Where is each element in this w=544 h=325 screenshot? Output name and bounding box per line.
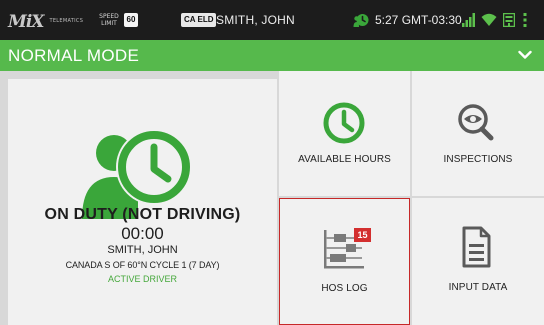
- duty-time: 00:00: [121, 224, 164, 243]
- wifi-icon: [481, 13, 497, 26]
- input-data-tile[interactable]: INPUT DATA: [412, 198, 544, 325]
- available-hours-tile[interactable]: AVAILABLE HOURS: [279, 71, 410, 196]
- main-dashboard: ON DUTY (NOT DRIVING) 00:00 SMITH, JOHN …: [0, 71, 544, 325]
- clock-badge-icon: [353, 14, 369, 27]
- duty-status-panel[interactable]: ON DUTY (NOT DRIVING) 00:00 SMITH, JOHN …: [8, 79, 277, 325]
- inspections-tile[interactable]: INSPECTIONS: [412, 71, 544, 196]
- cycle-rule: CANADA S OF 60°N CYCLE 1 (7 DAY): [65, 260, 220, 270]
- speed-limit-label: SPEED LIMIT: [99, 13, 119, 27]
- inspections-label: INSPECTIONS: [443, 154, 513, 165]
- hos-log-label: HOS LOG: [321, 283, 368, 294]
- driver-role: ACTIVE DRIVER: [107, 274, 177, 284]
- brand-logo: MiX TELEMATICS: [8, 12, 83, 32]
- overflow-menu-icon[interactable]: [523, 13, 527, 27]
- hos-log-badge: 15: [354, 228, 371, 242]
- hos-log-tile[interactable]: 15 HOS LOG: [279, 198, 410, 325]
- duty-status: ON DUTY (NOT DRIVING): [44, 206, 241, 223]
- document-icon: [462, 226, 491, 268]
- eld-badge: CA ELD: [181, 13, 217, 27]
- mode-bar[interactable]: NORMAL MODE: [0, 40, 544, 71]
- input-data-label: INPUT DATA: [448, 282, 508, 293]
- brand-subtitle: TELEMATICS: [49, 18, 84, 24]
- magnifier-eye-icon: [458, 104, 494, 141]
- brand-logo-text: MiX: [8, 12, 44, 32]
- speed-limit-value: 60: [124, 13, 138, 27]
- clock-icon: [323, 102, 365, 144]
- mode-title: NORMAL MODE: [8, 46, 140, 65]
- sim-icon: [503, 13, 515, 27]
- panel-driver-name: SMITH, JOHN: [107, 244, 178, 256]
- header-driver-name: SMITH, JOHN: [216, 13, 295, 27]
- chevron-down-icon[interactable]: [518, 49, 532, 61]
- status-bar: MiX TELEMATICS SPEED LIMIT 60 CA ELD SMI…: [0, 0, 544, 40]
- available-hours-label: AVAILABLE HOURS: [298, 154, 391, 165]
- signal-icon: [462, 13, 475, 27]
- clock-time: 5:27 GMT-03:30: [375, 13, 462, 27]
